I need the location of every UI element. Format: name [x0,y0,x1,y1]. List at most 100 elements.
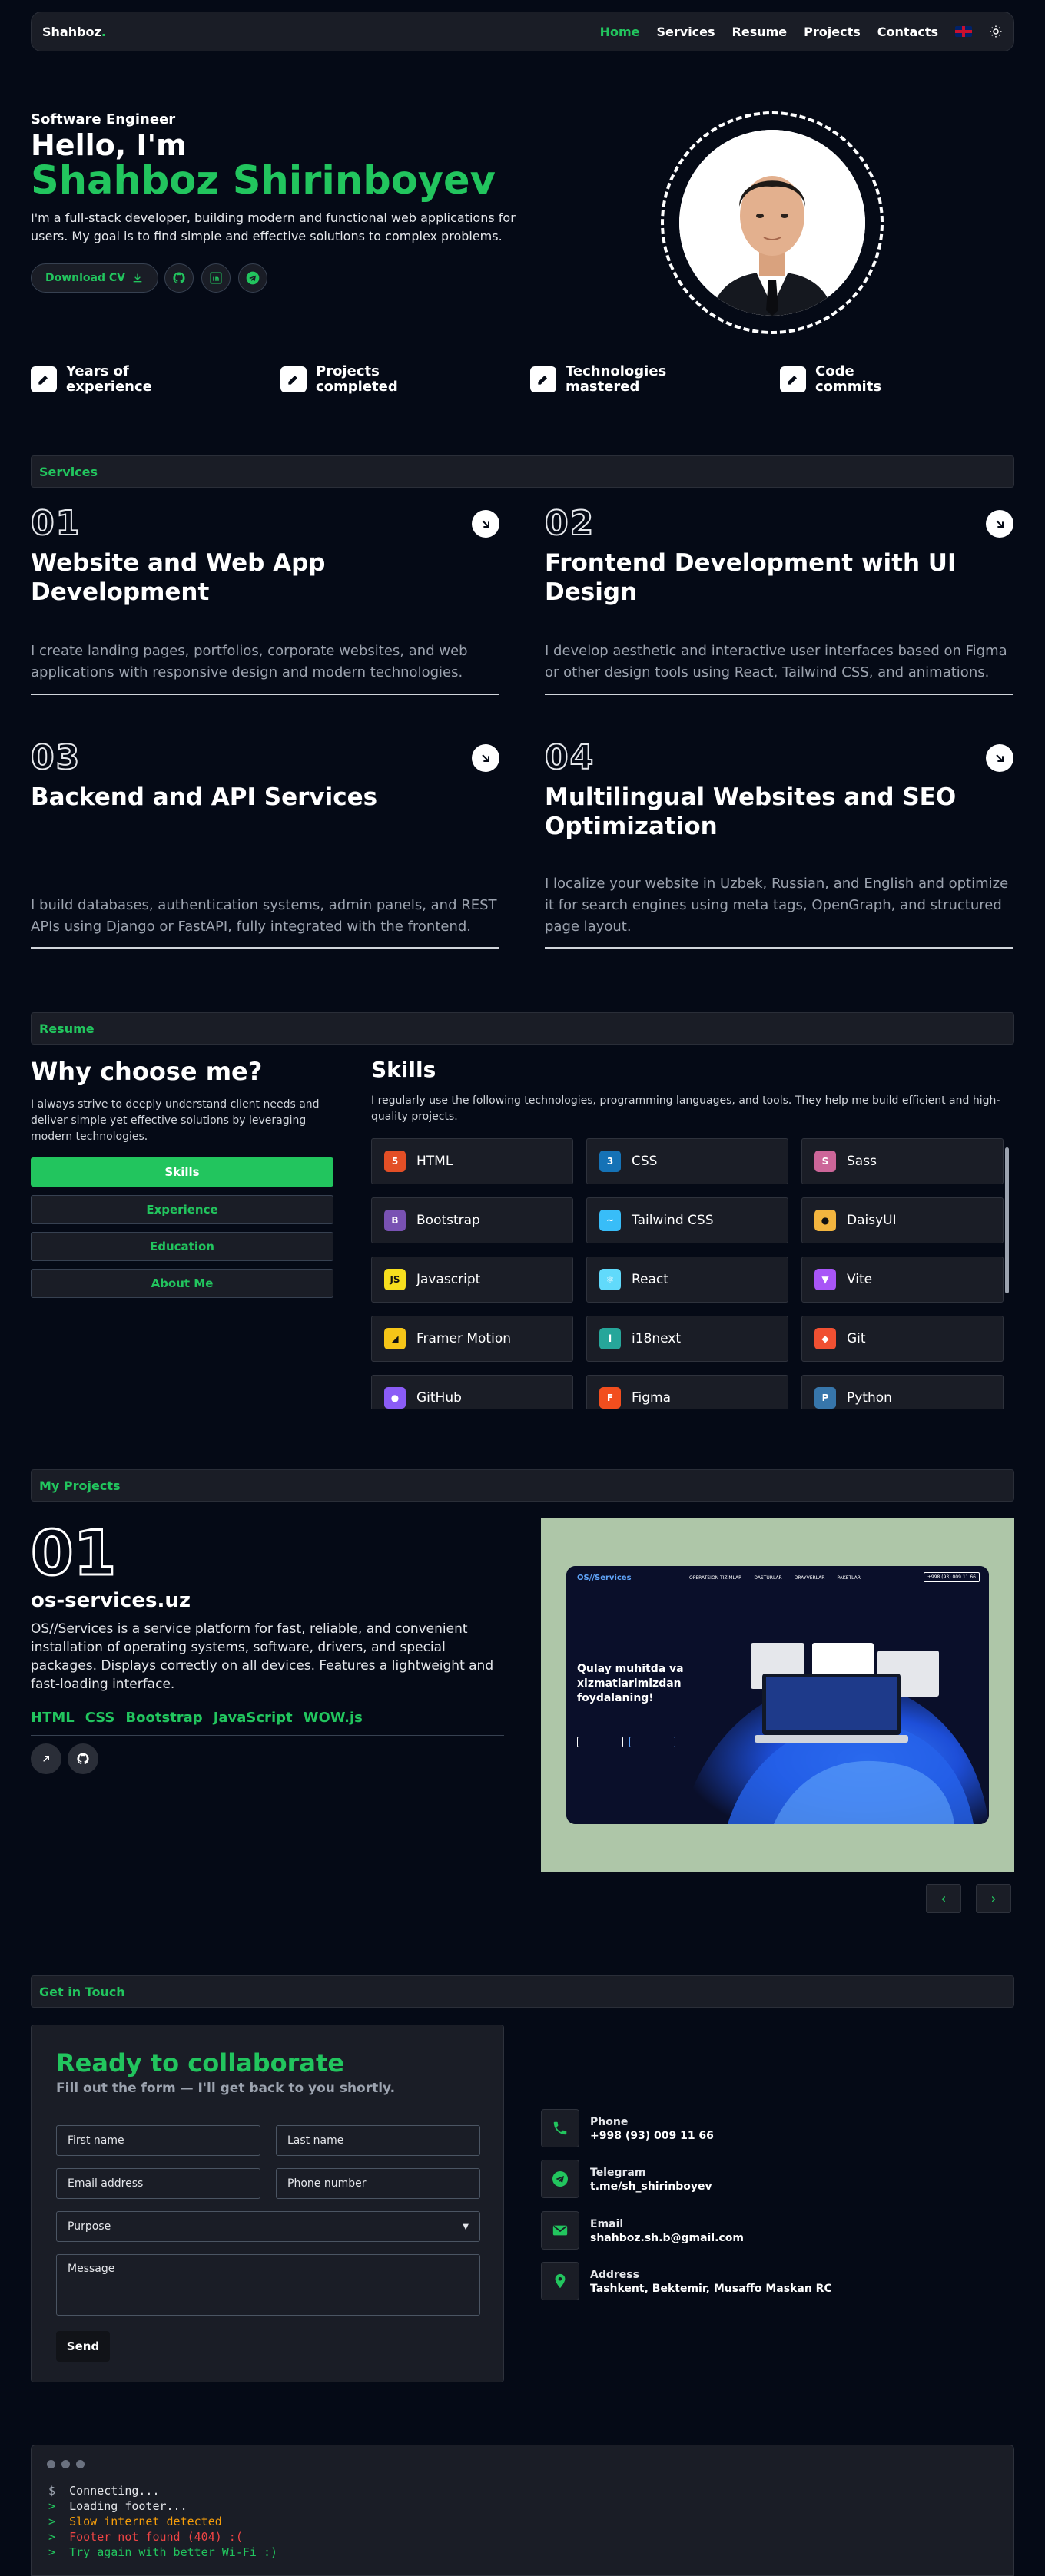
linkedin-icon [210,272,222,284]
arrow-down-right-icon[interactable] [986,510,1013,538]
skill-name: DaisyUI [847,1213,897,1228]
skill-card[interactable]: S Sass [801,1138,1004,1184]
service-description: I develop aesthetic and interactive user… [545,643,1007,680]
contact-email[interactable]: Email shahboz.sh.b@gmail.com [541,2211,744,2250]
project-number: 01 [29,1518,117,1589]
telegram-link[interactable] [238,263,267,293]
logo[interactable]: Shahboz. [42,25,106,39]
nav-services[interactable]: Services [657,25,715,39]
purpose-select[interactable]: Purpose ▼ [56,2211,480,2242]
service-card-4[interactable]: 04 Multilingual Websites and SEO Optimiz… [544,740,1013,949]
preview-menu-item: DRAYVERLAR [794,1575,825,1581]
stat-label-1: Technologies [566,363,667,379]
mail-icon [541,2211,579,2250]
carousel-prev-button[interactable]: ‹ [926,1884,961,1913]
service-card-3[interactable]: 03 Backend and API Services I build data… [30,738,499,949]
contact-phone[interactable]: Phone +998 (93) 009 11 66 [541,2109,714,2147]
tab-about-me[interactable]: About Me [31,1269,333,1298]
skills-title: Skills [371,1057,436,1082]
github-icon [77,1753,89,1765]
avatar [679,130,865,316]
service-card-2[interactable]: 02 Frontend Development with UI Design I… [544,506,1013,695]
skill-card[interactable]: ◆ Git [801,1316,1004,1362]
preview-headline-line: foydalaning! [577,1692,654,1704]
contact-value: shahboz.sh.b@gmail.com [590,2232,744,2244]
react-icon: ⚛ [599,1269,621,1290]
skill-card[interactable]: ● DaisyUI [801,1197,1004,1243]
terminal-prefix: > [48,2530,56,2544]
download-cv-button[interactable]: Download CV [31,263,158,293]
preview-headline: Qulay muhitda va xizmatlarimizdan foydal… [577,1662,684,1706]
arrow-down-right-icon[interactable] [472,510,499,538]
vite-icon: ▼ [814,1269,836,1290]
github-link[interactable] [164,263,194,293]
logo-dot: . [101,24,106,39]
nav-projects[interactable]: Projects [804,25,861,39]
tab-skills[interactable]: Skills [31,1157,333,1187]
service-card-1[interactable]: 01 Website and Web App Development I cre… [30,506,499,695]
stat-pen-icon [280,366,307,392]
skill-card[interactable]: ⚛ React [586,1257,788,1303]
preview-headline-line: xizmatlarimizdan [577,1677,682,1690]
tab-education[interactable]: Education [31,1232,333,1261]
preview-menu: OPERATSION TIZIMLAR DASTURLAR DRAYVERLAR… [689,1575,861,1581]
skill-name: Vite [847,1272,873,1287]
contact-telegram[interactable]: Telegram t.me/sh_shirinboyev [541,2160,712,2198]
html5-icon: 5 [384,1151,406,1172]
nav-links: Home Services Resume Projects Contacts [600,25,1003,39]
first-name-field[interactable]: First name [56,2125,260,2156]
project-live-link[interactable] [31,1743,61,1774]
skill-card[interactable]: ● GitHub [371,1375,573,1409]
phone-field[interactable]: Phone number [276,2168,480,2199]
nav-contacts[interactable]: Contacts [877,25,938,39]
tag: HTML [31,1710,75,1726]
linkedin-link[interactable] [201,263,231,293]
skill-name: Tailwind CSS [632,1213,714,1228]
terminal-prefix: > [48,2499,56,2513]
skill-name: Javascript [416,1272,481,1287]
why-choose-title: Why choose me? [31,1057,263,1086]
skill-card[interactable]: 3 CSS [586,1138,788,1184]
message-textarea[interactable]: Message [56,2254,480,2316]
language-flag-icon[interactable] [955,26,972,37]
theme-toggle-icon[interactable] [989,25,1003,38]
nav-resume[interactable]: Resume [732,25,788,39]
contact-address[interactable]: Address Tashkent, Bektemir, Musaffo Maska… [541,2262,832,2300]
skill-card[interactable]: ~ Tailwind CSS [586,1197,788,1243]
preview-menu-item: PAKETLAR [837,1575,861,1581]
project-github-link[interactable] [68,1743,98,1774]
arrow-down-right-icon[interactable] [472,744,499,772]
arrow-down-right-icon[interactable] [986,744,1013,772]
skill-card[interactable]: F Figma [586,1375,788,1409]
github-icon [173,272,185,284]
tag: WOW.js [303,1710,363,1726]
skills-scrollbar[interactable] [1004,1138,1010,1409]
skill-card[interactable]: i i18next [586,1316,788,1362]
contact-value: +998 (93) 009 11 66 [590,2130,714,2142]
carousel-next-button[interactable]: › [976,1884,1011,1913]
skill-card[interactable]: JS Javascript [371,1257,573,1303]
skill-card[interactable]: P Python [801,1375,1004,1409]
skills-list[interactable]: 5 HTML 3 CSS S Sass B Bootstrap ~ Tailwind CSS ● Da… [371,1138,1010,1409]
email-field[interactable]: Email address [56,2168,260,2199]
tab-experience[interactable]: Experience [31,1195,333,1224]
skill-card[interactable]: 5 HTML [371,1138,573,1184]
service-divider [545,694,1013,695]
skills-grid: 5 HTML 3 CSS S Sass B Bootstrap ~ Tailwind CSS ● Da… [371,1138,1010,1409]
skill-card[interactable]: ◢ Framer Motion [371,1316,573,1362]
service-divider [31,694,499,695]
service-number: 03 [30,738,81,777]
project-preview-image: OS//Services OPERATSION TIZIMLAR DASTURL… [541,1518,1014,1872]
nav-home[interactable]: Home [600,25,640,39]
service-description: I create landing pages, portfolios, corp… [31,643,468,680]
contact-label: Phone [590,2116,629,2128]
skill-name: Python [847,1390,892,1406]
skill-card[interactable]: ▼ Vite [801,1257,1004,1303]
stat-label-1: Code [815,363,854,379]
contact-label: Telegram [590,2167,646,2179]
send-button[interactable]: Send [56,2331,110,2362]
skill-card[interactable]: B Bootstrap [371,1197,573,1243]
last-name-field[interactable]: Last name [276,2125,480,2156]
css3-icon: 3 [599,1151,621,1172]
services-section-header: Services [31,455,1014,488]
